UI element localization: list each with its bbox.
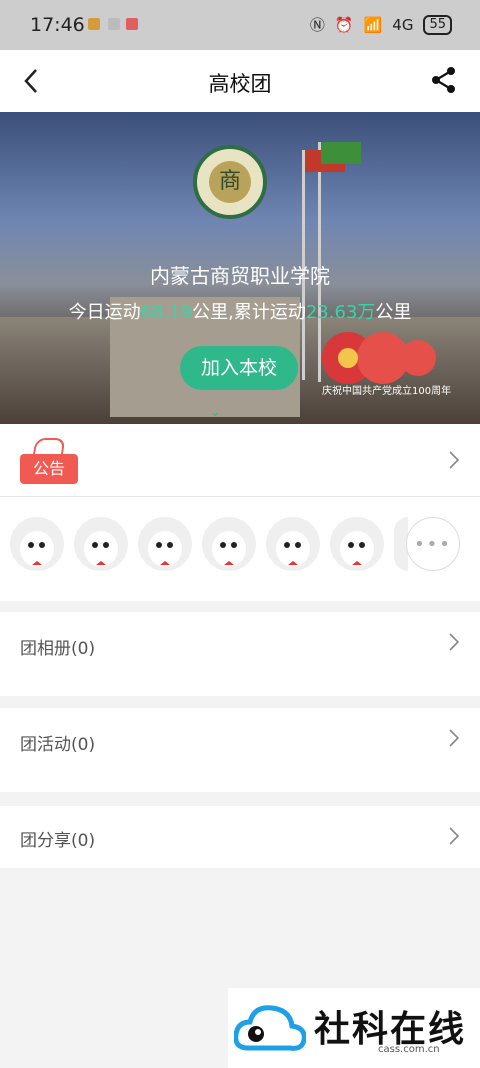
school-hero-banner: 商 内蒙古商贸职业学院 今日运动68.19公里,累计运动23.63万公里 加入本… bbox=[0, 112, 480, 424]
chevron-down-icon: ⌄ bbox=[210, 405, 221, 419]
school-emblem-icon: 商 bbox=[193, 145, 267, 219]
notification-icon-2 bbox=[108, 18, 120, 30]
wifi-icon: 📶 bbox=[363, 15, 383, 34]
member-avatar[interactable] bbox=[74, 517, 128, 571]
chevron-right-icon bbox=[449, 827, 460, 845]
group-activity-label: 团活动(0) bbox=[20, 735, 96, 755]
group-share-label: 团分享(0) bbox=[20, 831, 96, 851]
network-type: 4G bbox=[392, 15, 414, 34]
share-icon[interactable] bbox=[430, 66, 458, 94]
notice-row[interactable]: 公告 bbox=[0, 424, 480, 496]
chevron-right-icon bbox=[449, 451, 460, 469]
chevron-right-icon bbox=[449, 633, 460, 651]
page-title: 高校团 bbox=[208, 72, 272, 96]
group-activity-row[interactable]: 团活动(0) bbox=[0, 708, 480, 792]
flag-green bbox=[321, 142, 361, 164]
banner-caption: 庆祝中国共产党成立100周年 bbox=[322, 386, 452, 397]
battery-icon: 55 bbox=[423, 14, 452, 35]
notice-tag: 公告 bbox=[20, 454, 78, 484]
more-members-button[interactable]: ••• bbox=[406, 517, 460, 571]
member-avatar-list: ••• bbox=[0, 496, 480, 601]
join-school-button[interactable]: 加入本校 bbox=[180, 346, 298, 390]
member-avatar[interactable] bbox=[266, 517, 320, 571]
nfc-icon: Ⓝ bbox=[309, 16, 325, 34]
alarm-icon: ⏰ bbox=[334, 15, 354, 34]
group-share-row[interactable]: 团分享(0) bbox=[0, 806, 480, 868]
status-time: 17:46 bbox=[30, 14, 85, 36]
member-avatar[interactable] bbox=[202, 517, 256, 571]
today-distance: 68.19 bbox=[140, 302, 193, 323]
chevron-right-icon bbox=[449, 729, 460, 747]
watermark-logo: 社科在线 cass.com.cn bbox=[228, 988, 480, 1068]
group-album-label: 团相册(0) bbox=[20, 639, 96, 659]
nav-bar: 高校团 bbox=[0, 50, 480, 112]
school-name: 内蒙古商贸职业学院 bbox=[150, 264, 330, 288]
member-avatar[interactable] bbox=[138, 517, 192, 571]
cloud-logo-icon bbox=[234, 1005, 306, 1051]
member-avatar[interactable] bbox=[10, 517, 64, 571]
status-bar: 17:46 Ⓝ ⏰ 📶 4G 55 bbox=[0, 0, 480, 50]
notification-icon-1 bbox=[88, 18, 100, 30]
watermark-domain: cass.com.cn bbox=[378, 1044, 440, 1055]
notification-icon-3 bbox=[126, 18, 138, 30]
group-album-row[interactable]: 团相册(0) bbox=[0, 612, 480, 696]
member-avatar[interactable] bbox=[330, 517, 384, 571]
